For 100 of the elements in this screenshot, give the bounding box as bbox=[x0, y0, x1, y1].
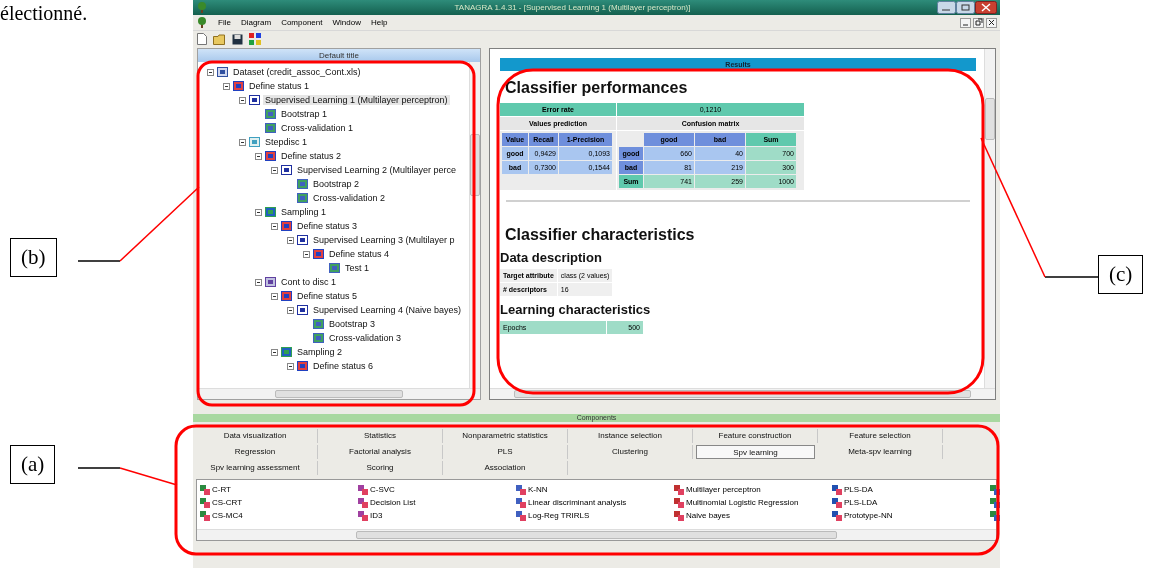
window-controls-drawing[interactable] bbox=[937, 1, 997, 14]
collapse-toggle[interactable] bbox=[287, 362, 294, 370]
heading: Classifier characteristics bbox=[504, 226, 696, 244]
tree-item[interactable]: Define status 2 bbox=[279, 151, 344, 161]
collapse-toggle[interactable] bbox=[255, 278, 262, 286]
tree-item[interactable]: Stepdisc 1 bbox=[263, 137, 310, 147]
algorithm-item[interactable]: CS-CRT bbox=[200, 496, 358, 509]
component-icon bbox=[358, 510, 368, 521]
tree-item[interactable]: Sampling 2 bbox=[295, 347, 345, 357]
node-icon bbox=[281, 165, 292, 175]
tree-item[interactable]: Bootstrap 1 bbox=[279, 109, 330, 119]
tab[interactable]: Spv learning assessment bbox=[193, 461, 318, 475]
node-icon bbox=[233, 81, 244, 91]
menu-item[interactable]: File bbox=[218, 18, 231, 27]
tab[interactable]: Feature selection bbox=[818, 429, 943, 443]
tab[interactable]: Spv learning bbox=[696, 445, 815, 459]
tab[interactable]: Feature construction bbox=[693, 429, 818, 443]
node-icon bbox=[265, 151, 276, 161]
collapse-toggle[interactable] bbox=[255, 152, 262, 160]
collapse-toggle[interactable] bbox=[207, 68, 214, 76]
horizontal-scrollbar[interactable] bbox=[197, 529, 996, 540]
algorithm-item[interactable]: Prototype-NN bbox=[832, 509, 990, 522]
tree-item[interactable]: Cross-validation 1 bbox=[279, 123, 356, 133]
algorithm-item[interactable]: K-NN bbox=[516, 483, 674, 496]
algorithm-item[interactable]: CS-MC4 bbox=[200, 509, 358, 522]
tree-item[interactable]: Define status 1 bbox=[247, 81, 312, 91]
algorithm-item[interactable]: ID3 bbox=[358, 509, 516, 522]
node-icon bbox=[249, 137, 260, 147]
tree-item[interactable]: Supervised Learning 2 (Multilayer perce bbox=[295, 165, 459, 175]
save-icon[interactable] bbox=[232, 33, 243, 45]
tree-item[interactable]: Cont to disc 1 bbox=[279, 277, 339, 287]
tree-item[interactable]: Define status 4 bbox=[327, 249, 392, 259]
heading: Data description bbox=[500, 250, 603, 265]
tab[interactable]: Meta-spv learning bbox=[818, 445, 943, 459]
collapse-toggle[interactable] bbox=[271, 348, 278, 356]
tree-item[interactable]: Supervised Learning 1 (Multilayer perceptron) bbox=[263, 95, 450, 105]
tree-item[interactable]: Dataset (credit_assoc_Cont.xls) bbox=[231, 67, 363, 77]
tree-item[interactable]: Supervised Learning 3 (Multilayer p bbox=[311, 235, 457, 245]
algorithm-item[interactable]: Linear discriminant analysis bbox=[516, 496, 674, 509]
tab[interactable]: PLS bbox=[443, 445, 568, 459]
menu-item[interactable]: Diagram bbox=[240, 18, 272, 27]
algorithm-item[interactable]: C-SVC bbox=[358, 483, 516, 496]
folder-icon[interactable] bbox=[213, 33, 226, 45]
component-icon bbox=[516, 510, 526, 521]
component-icon[interactable] bbox=[990, 484, 1000, 495]
tree-item[interactable]: Bootstrap 3 bbox=[327, 319, 378, 329]
collapse-toggle[interactable] bbox=[223, 82, 230, 90]
component-icon[interactable] bbox=[990, 510, 1000, 521]
tree-item[interactable]: Define status 6 bbox=[311, 361, 376, 371]
tab[interactable]: Regression bbox=[193, 445, 318, 459]
collapse-toggle[interactable] bbox=[239, 96, 246, 104]
tree-item[interactable]: Define status 5 bbox=[295, 291, 360, 301]
tree-item[interactable]: Cross-validation 3 bbox=[327, 333, 404, 343]
tree-item[interactable]: Cross-validation 2 bbox=[311, 193, 388, 203]
tree-item[interactable]: Bootstrap 2 bbox=[311, 179, 362, 189]
tab[interactable]: Statistics bbox=[318, 429, 443, 443]
tree-item[interactable]: Test 1 bbox=[343, 263, 371, 273]
algorithm-item[interactable]: Naive bayes bbox=[674, 509, 832, 522]
component-icon[interactable] bbox=[990, 497, 1000, 508]
menu-item[interactable]: Window bbox=[332, 18, 361, 27]
algorithm-item[interactable]: Multilayer perceptron bbox=[674, 483, 832, 496]
collapse-toggle[interactable] bbox=[271, 222, 278, 230]
algorithm-item[interactable]: Decision List bbox=[358, 496, 516, 509]
tree-icon bbox=[196, 2, 208, 13]
tree-item[interactable]: Sampling 1 bbox=[279, 207, 329, 217]
algorithm-item[interactable]: Log-Reg TRIRLS bbox=[516, 509, 674, 522]
window-title: TANAGRA 1.4.31 - [Supervised Learning 1 (Multilayer perceptron)] bbox=[453, 3, 692, 12]
new-file-icon[interactable] bbox=[197, 33, 207, 45]
algorithm-item[interactable]: Multinomial Logistic Regression bbox=[674, 496, 832, 509]
collapse-toggle[interactable] bbox=[239, 138, 246, 146]
restore-icon[interactable] bbox=[973, 17, 984, 28]
tab[interactable]: Nonparametric statistics bbox=[443, 429, 568, 443]
tab[interactable]: Association bbox=[443, 461, 568, 475]
algorithm-item[interactable]: PLS-LDA bbox=[832, 496, 990, 509]
component-icon bbox=[200, 484, 210, 495]
close-icon[interactable] bbox=[986, 17, 997, 28]
collapse-toggle[interactable] bbox=[255, 208, 262, 216]
collapse-toggle[interactable] bbox=[271, 166, 278, 174]
algorithm-item[interactable]: PLS-DA bbox=[832, 483, 990, 496]
horizontal-scrollbar[interactable] bbox=[490, 388, 995, 399]
menu-item[interactable]: Component bbox=[281, 18, 323, 27]
annotation-label: (b) bbox=[10, 238, 57, 277]
tree-item[interactable]: Define status 3 bbox=[295, 221, 360, 231]
tab[interactable]: Factorial analysis bbox=[318, 445, 443, 459]
components-icon[interactable] bbox=[249, 33, 261, 45]
tree-item[interactable]: Supervised Learning 4 (Naive bayes) bbox=[311, 305, 464, 315]
vertical-scrollbar[interactable] bbox=[984, 49, 995, 388]
tab[interactable]: Scoring bbox=[318, 461, 443, 475]
collapse-toggle[interactable] bbox=[271, 292, 278, 300]
collapse-toggle[interactable] bbox=[287, 306, 294, 314]
menu-item[interactable]: Help bbox=[370, 18, 388, 27]
collapse-toggle[interactable] bbox=[287, 236, 294, 244]
algorithm-item[interactable]: C-RT bbox=[200, 483, 358, 496]
collapse-toggle[interactable] bbox=[303, 250, 310, 258]
minimize-icon[interactable] bbox=[960, 17, 971, 28]
tab[interactable]: Clustering bbox=[568, 445, 693, 459]
vertical-scrollbar[interactable] bbox=[469, 62, 480, 388]
tab[interactable]: Data visualization bbox=[193, 429, 318, 443]
horizontal-scrollbar[interactable] bbox=[198, 388, 480, 399]
tab[interactable]: Instance selection bbox=[568, 429, 693, 443]
